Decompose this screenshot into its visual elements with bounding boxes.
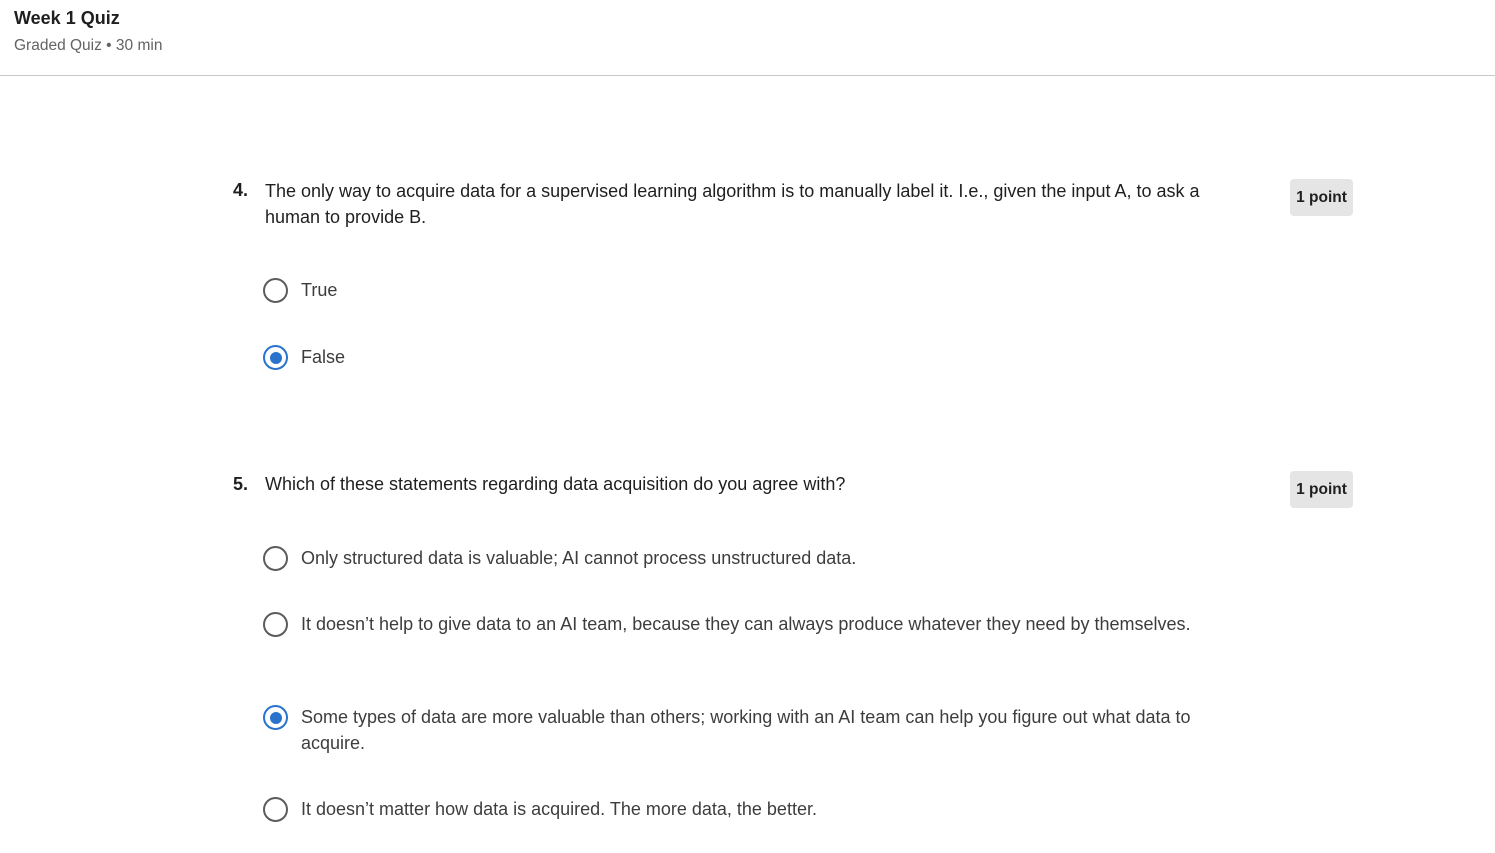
question-number: 5. — [233, 474, 249, 494]
radio-button[interactable] — [263, 797, 288, 822]
question-number: 4. — [233, 180, 249, 200]
radio-button[interactable] — [263, 705, 288, 730]
option-label: Some types of data are more valuable tha… — [301, 707, 1191, 753]
quiz-meta: Graded Quiz • 30 min — [14, 37, 163, 54]
quiz-title: Week 1 Quiz — [14, 8, 120, 28]
radio-button[interactable] — [263, 612, 288, 637]
question-text: Which of these statements regarding data… — [265, 474, 846, 494]
points-badge: 1 point — [1290, 179, 1353, 216]
option-label: It doesn’t matter how data is acquired. … — [301, 799, 817, 819]
radio-button[interactable] — [263, 278, 288, 303]
option-label: Only structured data is valuable; AI can… — [301, 548, 857, 568]
option-label: It doesn’t help to give data to an AI te… — [301, 614, 1191, 634]
radio-button[interactable] — [263, 345, 288, 370]
points-badge: 1 point — [1290, 471, 1353, 508]
question-text: The only way to acquire data for a super… — [265, 181, 1200, 227]
quiz-header: Week 1 Quiz Graded Quiz • 30 min — [0, 0, 1495, 76]
radio-button[interactable] — [263, 546, 288, 571]
option-label: True — [301, 280, 338, 300]
option-label: False — [301, 347, 346, 367]
